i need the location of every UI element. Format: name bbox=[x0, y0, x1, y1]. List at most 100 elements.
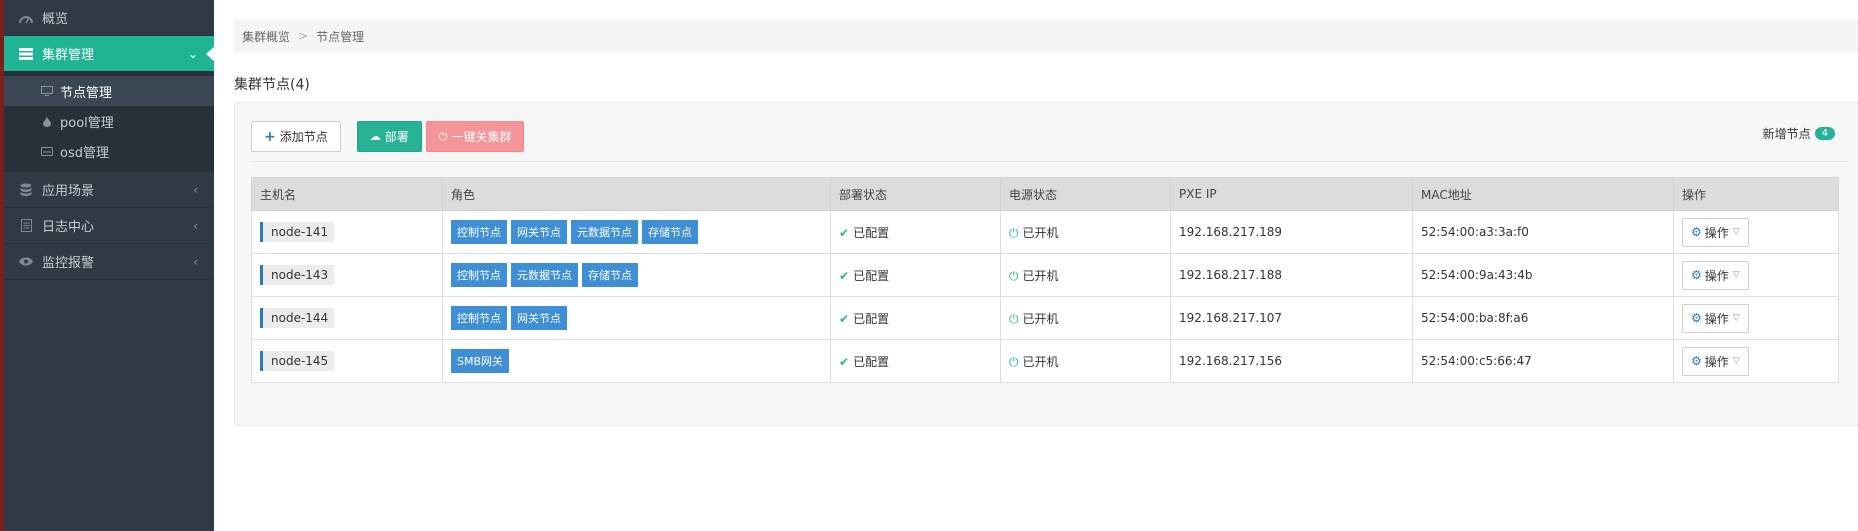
table-header-row: 主机名 角色 部署状态 电源状态 PXE IP MAC地址 操作 bbox=[251, 177, 1839, 211]
role-tag: 控制节点 bbox=[451, 220, 507, 244]
toolbar: + 添加节点 ☁ 部署 ⏻ 一键关集群 bbox=[251, 121, 525, 152]
nav-overview[interactable]: 概览 bbox=[4, 0, 214, 36]
plus-icon: + bbox=[264, 128, 276, 145]
role-tag: 元数据节点 bbox=[511, 263, 578, 287]
monitor-icon bbox=[40, 86, 54, 96]
table-row: node-145 SMB网关 ✔ 已配置 ⏻ 已开机 192.168.217.156… bbox=[251, 339, 1839, 383]
role-tag: 存储节点 bbox=[642, 220, 698, 244]
breadcrumb-current: 节点管理 bbox=[316, 29, 365, 44]
new-nodes-indicator[interactable]: 新增节点 4 bbox=[1763, 125, 1835, 142]
actions-label: 操作 bbox=[1704, 268, 1729, 283]
actions-dropdown-button[interactable]: ⚙ 操作 ▽ bbox=[1682, 217, 1749, 247]
actions-dropdown-button[interactable]: ⚙ 操作 ▽ bbox=[1682, 303, 1749, 333]
hostname-tag: node-141 bbox=[260, 222, 335, 242]
power-status: 已开机 bbox=[1022, 311, 1059, 326]
nav-monitor-label: 监控报警 bbox=[42, 256, 95, 271]
sub-item-osd-management[interactable]: osd管理 bbox=[4, 136, 214, 166]
gear-icon: ⚙ bbox=[1691, 311, 1702, 325]
sub-item-node-management[interactable]: 节点管理 bbox=[4, 76, 214, 106]
dashboard-icon bbox=[18, 10, 34, 26]
nav-log-label: 日志中心 bbox=[42, 220, 95, 235]
sub-item-label: 节点管理 bbox=[60, 85, 113, 101]
actions-dropdown-button[interactable]: ⚙ 操作 ▽ bbox=[1682, 346, 1749, 376]
nav-log-center[interactable]: 日志中心 ‹ bbox=[4, 208, 214, 244]
deploy-status: 已配置 bbox=[853, 225, 890, 240]
nodes-panel: + 添加节点 ☁ 部署 ⏻ 一键关集群 新增节点 4 主机名 角色 部署状态 电… bbox=[234, 102, 1858, 426]
main-content: 集群概览 > 节点管理 集群节点(4) + 添加节点 ☁ 部署 ⏻ 一键关集群 … bbox=[214, 0, 1858, 531]
cluster-submenu: 节点管理 pool管理 osd管理 bbox=[4, 72, 214, 172]
check-circle-icon: ✔ bbox=[839, 354, 850, 369]
power-icon: ⏻ bbox=[1009, 268, 1019, 283]
role-tag: 控制节点 bbox=[451, 306, 507, 330]
chevron-left-icon: ‹ bbox=[193, 218, 198, 233]
new-nodes-label: 新增节点 bbox=[1762, 127, 1811, 141]
nav-monitoring-alerts[interactable]: 监控报警 ‹ bbox=[4, 244, 214, 280]
nav-application-scenarios[interactable]: 应用场景 ‹ bbox=[4, 172, 214, 208]
sub-item-label: osd管理 bbox=[60, 145, 109, 161]
chevron-left-icon: ‹ bbox=[193, 254, 198, 269]
breadcrumb: 集群概览 > 节点管理 bbox=[234, 19, 1858, 53]
chevron-down-icon: ▽ bbox=[1732, 356, 1740, 366]
role-tag: 网关节点 bbox=[511, 306, 567, 330]
hostname-tag: node-143 bbox=[260, 265, 335, 285]
pxe-ip: 192.168.217.107 bbox=[1170, 296, 1413, 340]
nav-overview-label: 概览 bbox=[42, 12, 69, 27]
deploy-button[interactable]: ☁ 部署 bbox=[356, 121, 422, 152]
role-tag: SMB网关 bbox=[451, 349, 510, 373]
chevron-down-icon: ⌄ bbox=[187, 46, 198, 61]
column-header-hostname: 主机名 bbox=[251, 177, 443, 211]
power-status: 已开机 bbox=[1022, 268, 1059, 283]
sub-item-pool-management[interactable]: pool管理 bbox=[4, 106, 214, 136]
role-tag: 存储节点 bbox=[582, 263, 638, 287]
server-icon bbox=[18, 46, 34, 62]
power-icon: ⏻ bbox=[1009, 311, 1019, 326]
drive-icon bbox=[40, 146, 54, 156]
nav-cluster-management[interactable]: 集群管理 ⌄ bbox=[4, 36, 215, 72]
deploy-label: 部署 bbox=[384, 130, 409, 144]
sidebar: 概览 集群管理 ⌄ 节点管理 pool管理 osd管理 应用场景 ‹ 日志中心 … bbox=[4, 0, 215, 531]
chevron-down-icon: ▽ bbox=[1732, 227, 1740, 237]
divider bbox=[251, 161, 1847, 162]
pxe-ip: 192.168.217.189 bbox=[1170, 210, 1413, 254]
check-circle-icon: ✔ bbox=[839, 225, 850, 240]
deploy-status: 已配置 bbox=[853, 354, 890, 369]
hostname-tag: node-145 bbox=[260, 351, 335, 371]
new-nodes-badge: 4 bbox=[1814, 127, 1835, 140]
log-icon bbox=[18, 218, 34, 234]
role-tag: 元数据节点 bbox=[571, 220, 638, 244]
database-icon bbox=[18, 182, 34, 198]
mac-address: 52:54:00:a3:3a:f0 bbox=[1412, 210, 1674, 254]
page-title: 集群节点(4) bbox=[234, 77, 310, 93]
sub-item-label: pool管理 bbox=[60, 115, 114, 131]
nodes-table: 主机名 角色 部署状态 电源状态 PXE IP MAC地址 操作 node-14… bbox=[251, 177, 1839, 383]
add-node-button[interactable]: + 添加节点 bbox=[251, 121, 341, 152]
chevron-left-icon: ‹ bbox=[193, 182, 198, 197]
mac-address: 52:54:00:c5:66:47 bbox=[1412, 339, 1674, 383]
power-icon: ⏻ bbox=[1009, 354, 1019, 369]
breadcrumb-parent[interactable]: 集群概览 bbox=[242, 28, 290, 45]
column-header-pxe-ip: PXE IP bbox=[1170, 177, 1413, 211]
actions-label: 操作 bbox=[1704, 225, 1729, 240]
chevron-down-icon: ▽ bbox=[1732, 270, 1740, 280]
power-icon: ⏻ bbox=[438, 129, 448, 143]
add-node-label: 添加节点 bbox=[279, 130, 328, 144]
gear-icon: ⚙ bbox=[1691, 268, 1702, 282]
gear-icon: ⚙ bbox=[1691, 354, 1702, 368]
hostname-tag: node-144 bbox=[260, 308, 335, 328]
column-header-role: 角色 bbox=[442, 177, 831, 211]
column-header-mac: MAC地址 bbox=[1412, 177, 1674, 211]
pxe-ip: 192.168.217.188 bbox=[1170, 253, 1413, 297]
actions-label: 操作 bbox=[1704, 354, 1729, 369]
eye-icon bbox=[18, 254, 34, 270]
breadcrumb-separator: > bbox=[298, 29, 309, 43]
shutdown-cluster-button[interactable]: ⏻ 一键关集群 bbox=[425, 121, 525, 152]
deploy-status: 已配置 bbox=[853, 311, 890, 326]
chevron-down-icon: ▽ bbox=[1732, 313, 1740, 323]
cloud-upload-icon: ☁ bbox=[369, 130, 381, 143]
drop-icon bbox=[40, 115, 54, 127]
gear-icon: ⚙ bbox=[1691, 225, 1702, 239]
actions-dropdown-button[interactable]: ⚙ 操作 ▽ bbox=[1682, 260, 1749, 290]
nav-cluster-label: 集群管理 bbox=[42, 48, 95, 63]
deploy-status: 已配置 bbox=[853, 268, 890, 283]
power-icon: ⏻ bbox=[1009, 225, 1019, 240]
